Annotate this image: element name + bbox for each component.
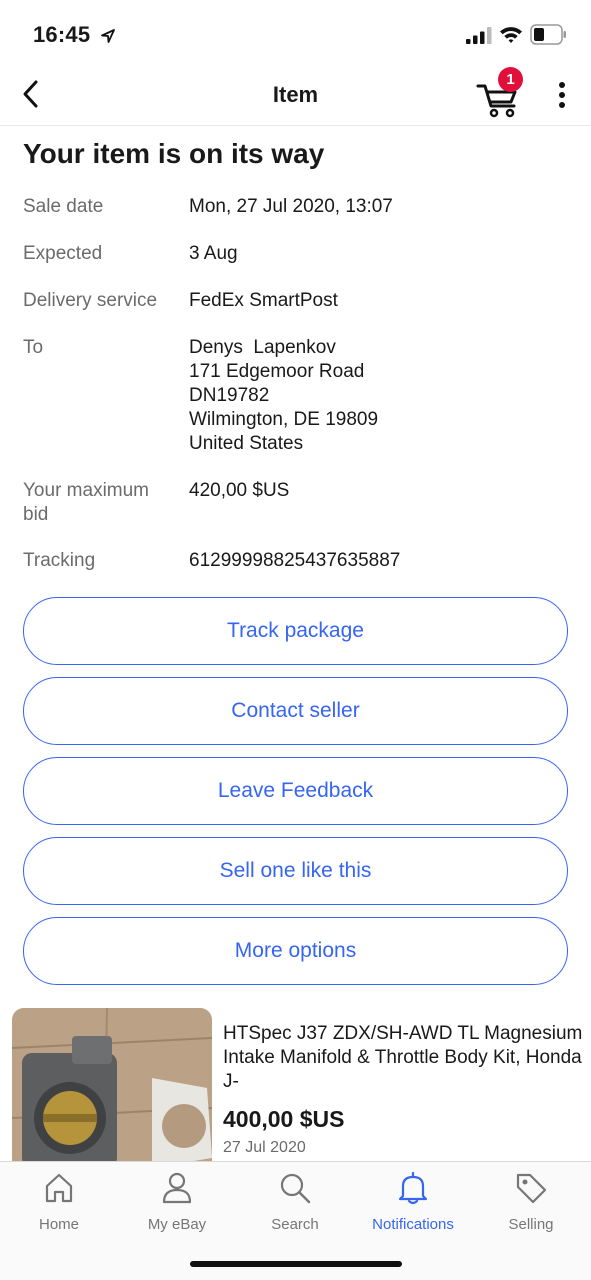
leave-feedback-button[interactable]: Leave Feedback — [23, 757, 568, 825]
tab-home[interactable]: Home — [0, 1170, 118, 1238]
tab-selling-label: Selling — [508, 1216, 554, 1233]
address-line: 171 Edgemoor Road — [189, 361, 365, 382]
tab-search-label: Search — [271, 1216, 319, 1233]
tab-search[interactable]: Search — [236, 1170, 354, 1238]
tag-icon — [516, 1173, 547, 1204]
address-line: United States — [189, 433, 304, 454]
expected-value: 3 Aug — [189, 243, 238, 264]
tab-notifications-label: Notifications — [372, 1216, 454, 1233]
cellular-signal-icon — [466, 27, 492, 44]
ship-to-label: To — [23, 337, 44, 358]
location-arrow-icon — [101, 29, 115, 43]
cart-count-badge: 1 — [498, 67, 523, 92]
home-indicator — [190, 1261, 402, 1267]
address-line: Wilmington, DE 19809 — [189, 409, 379, 430]
status-bar: 16:45 — [0, 0, 591, 64]
battery-icon — [530, 24, 566, 45]
sale-date-value: Mon, 27 Jul 2020, 13:07 — [189, 196, 393, 217]
more-options-icon[interactable] — [552, 80, 572, 110]
tab-my-ebay-label: My eBay — [147, 1216, 207, 1233]
tab-notifications[interactable]: Notifications — [354, 1170, 472, 1238]
tracking-number[interactable]: 61299998825437635887 — [189, 549, 400, 573]
tab-my-ebay[interactable]: My eBay — [118, 1170, 236, 1238]
shipping-address: Denys Lapenkov 171 Edgemoor Road DN19782… — [189, 336, 378, 456]
wifi-icon — [500, 27, 522, 43]
address-line: DN19782 — [189, 385, 270, 406]
max-bid-value: 420,00 $US — [189, 480, 290, 501]
order-status-heading: Your item is on its way — [23, 138, 325, 169]
delivery-service-value: FedEx SmartPost — [189, 290, 338, 311]
more-options-button[interactable]: More options — [23, 917, 568, 985]
status-time: 16:45 — [33, 22, 91, 47]
sell-one-like-this-button[interactable]: Sell one like this — [23, 837, 568, 905]
tab-home-label: Home — [38, 1216, 79, 1233]
contact-seller-button[interactable]: Contact seller — [23, 677, 568, 745]
item-thumbnail-image[interactable] — [12, 1008, 212, 1168]
track-package-button[interactable]: Track package — [23, 597, 568, 665]
person-icon — [162, 1172, 192, 1204]
expected-label: Expected — [23, 243, 103, 264]
bell-icon — [398, 1171, 428, 1205]
address-line: Denys Lapenkov — [189, 337, 336, 358]
tracking-label: Tracking — [23, 550, 96, 571]
item-date: 27 Jul 2020 — [223, 1139, 306, 1156]
sale-date-label: Sale date — [23, 196, 104, 217]
home-icon — [45, 1173, 73, 1203]
tab-selling[interactable]: Selling — [472, 1170, 590, 1238]
item-title[interactable]: HTSpec J37 ZDX/SH-AWD TL Magnesium Intak… — [223, 1022, 583, 1094]
item-price: 400,00 $US — [223, 1106, 345, 1132]
search-icon — [280, 1173, 311, 1204]
delivery-service-label: Delivery service — [23, 290, 158, 311]
max-bid-label: Your maximum bid — [23, 480, 150, 525]
